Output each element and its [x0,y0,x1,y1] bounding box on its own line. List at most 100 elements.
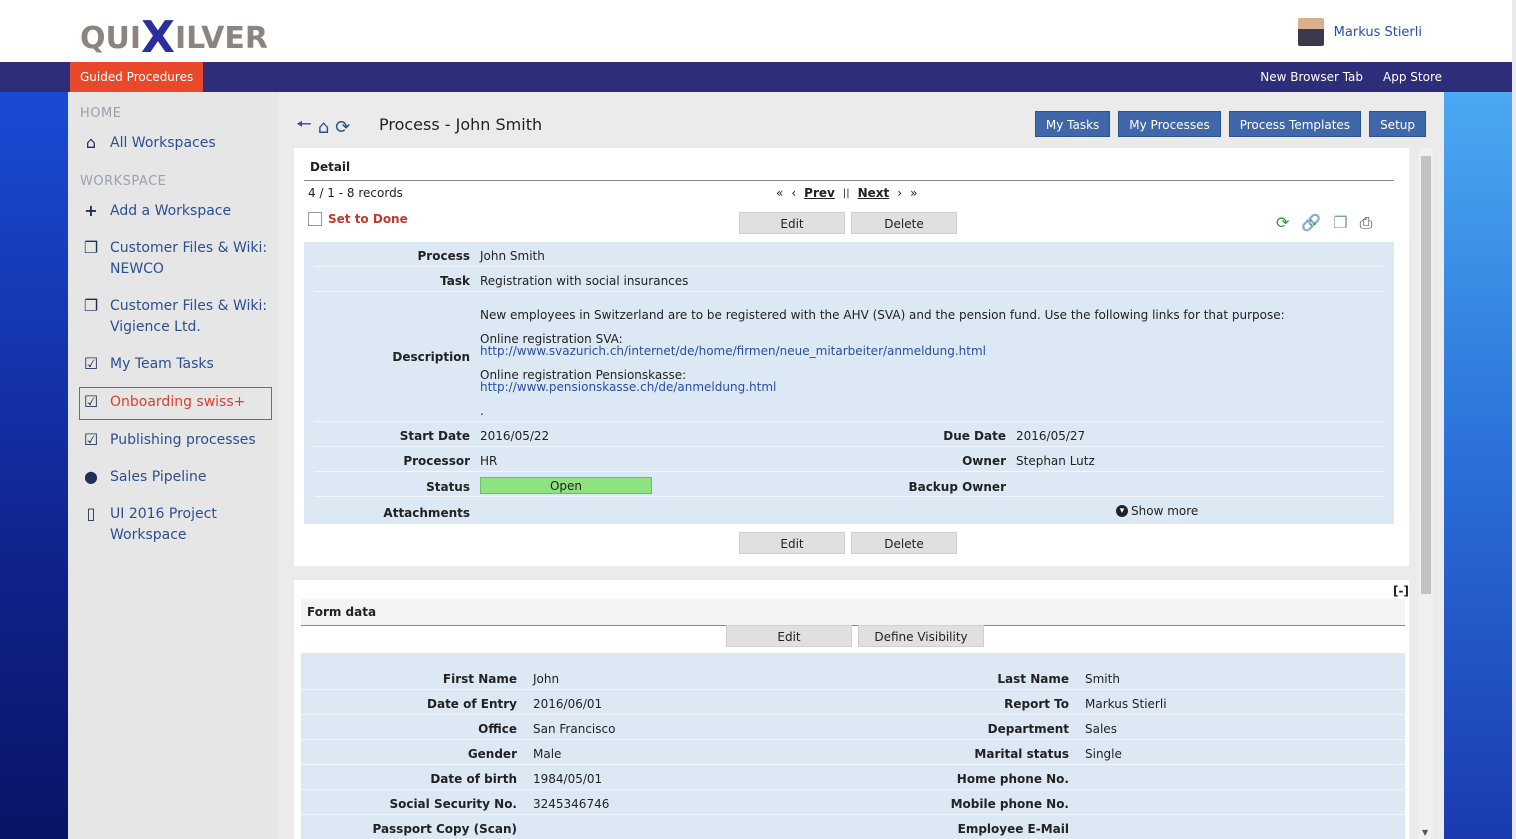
form-field-label: Home phone No. [956,772,1069,786]
sidebar-item-sales-pipeline[interactable]: ● Sales Pipeline [68,463,278,494]
delete-button[interactable]: Delete [851,212,957,234]
row-processor: Processor HR Owner Stephan Lutz [314,447,1384,472]
back-arrow-icon[interactable]: 🠔 [296,112,312,142]
app-header: QUIXILVER Markus Stierli [0,0,1512,63]
sidebar-item-all-workspaces[interactable]: ⌂ All Workspaces [68,129,278,160]
pager-separator: || [842,187,850,199]
form-field-label: Office [478,722,517,736]
nav-app-store[interactable]: App Store [1383,62,1442,92]
user-name[interactable]: Markus Stierli [1334,25,1422,40]
setup-button[interactable]: Setup [1369,111,1426,137]
owner-label: Owner [962,454,1006,468]
show-more[interactable]: ▾ Show more [1116,504,1198,518]
define-visibility-button[interactable]: Define Visibility [858,625,984,647]
set-to-done-label: Set to Done [328,212,408,226]
due-date-value: 2016/05/27 [1016,429,1086,443]
files-icon: ❐ [83,296,99,315]
form-field-label: Date of birth [430,772,517,786]
form-field-label: Report To [1004,697,1069,711]
form-field-value: 2016/06/01 [533,697,603,711]
sidebar: HOME ⌂ All Workspaces WORKSPACE + Add a … [68,92,278,839]
task-value: Registration with social insurances [480,274,689,288]
row-dates: Start Date 2016/05/22 Due Date 2016/05/2… [314,422,1384,447]
scroll-down-arrow-icon[interactable]: ▼ [1422,828,1428,837]
collapse-toggle[interactable]: [-] [1393,584,1409,598]
sidebar-item-customer-files-newco[interactable]: ❐ Customer Files & Wiki: NEWCO [68,234,278,286]
sidebar-item-add-workspace[interactable]: + Add a Workspace [68,197,278,228]
start-date-label: Start Date [399,429,470,443]
chevron-right-icon: › [897,186,903,200]
status-badge: Open [480,477,652,494]
form-row: Passport Copy (Scan) Employee E-Mail [301,815,1405,839]
copy-icon[interactable]: ❐ [1333,213,1347,233]
sva-link[interactable]: http://www.svazurich.ch/internet/de/home… [480,344,986,358]
form-row: First Name John Last Name Smith [301,665,1405,690]
detail-table: Process John Smith Task Registration wit… [304,242,1394,524]
files-icon: ❐ [83,238,99,257]
form-edit-button[interactable]: Edit [726,625,852,647]
my-tasks-button[interactable]: My Tasks [1034,111,1111,137]
link-icon[interactable]: 🔗 [1301,213,1321,233]
sidebar-item-label: Onboarding swiss+ [110,394,246,410]
scrollbar[interactable]: ▼ [1419,148,1433,839]
form-field-label: Department [987,722,1069,736]
home-icon[interactable]: ⌂ [318,117,329,138]
form-row: Social Security No. 3245346746 Mobile phon… [301,790,1405,815]
process-templates-button[interactable]: Process Templates [1228,111,1362,137]
pk-link[interactable]: http://www.pensionskasse.ch/de/anmeldung… [480,380,776,394]
action-icons: ⟳ 🔗 ❐ ⎙ [1276,213,1372,233]
refresh-icon[interactable]: ⟳ [335,117,350,138]
refresh-green-icon[interactable]: ⟳ [1276,213,1289,233]
form-field-value: 3245346746 [533,797,610,811]
pager-prev[interactable]: Prev [804,186,835,200]
description-label: Description [392,350,470,364]
pager-last[interactable]: » [910,186,917,200]
mobile-icon: ▯ [86,504,96,523]
chevron-down-circle-icon: ▾ [1116,505,1128,517]
form-table: First Name John Last Name Smith Date of Entr… [301,653,1405,839]
sidebar-item-publishing-processes[interactable]: ☑ Publishing processes [68,426,278,457]
row-description: Description New employees in Switzerland… [314,292,1384,422]
form-field-label: Employee E-Mail [957,822,1069,836]
form-row: Gender Male Marital status Single [301,740,1405,765]
form-field-label: Mobile phone No. [950,797,1069,811]
pager-first[interactable]: « [776,186,783,200]
form-row: Date of Entry 2016/06/01 Report To Markus S… [301,690,1405,715]
edit-button[interactable]: Edit [739,212,845,234]
quixilver-logo[interactable]: QUIXILVER [80,8,268,63]
row-attachments: Attachments ▾ Show more [314,497,1384,522]
pager-next[interactable]: Next [858,186,890,200]
row-task: Task Registration with social insurances [314,267,1384,292]
due-date-label: Due Date [943,429,1006,443]
owner-value: Stephan Lutz [1016,454,1095,468]
user-menu[interactable]: Markus Stierli [1297,18,1422,46]
my-processes-button[interactable]: My Processes [1118,111,1221,137]
sidebar-section-home: HOME [80,106,122,121]
form-field-label: Social Security No. [389,797,517,811]
form-field-label: Last Name [997,672,1069,686]
form-field-label: Date of Entry [427,697,517,711]
sidebar-item-onboarding-swiss[interactable]: ☑ Onboarding swiss+ [79,387,272,420]
delete-button-bottom[interactable]: Delete [851,532,957,554]
status-label: Status [426,480,470,494]
sidebar-item-ui-2016-project[interactable]: ▯ UI 2016 Project Workspace [68,500,278,552]
description-intro: New employees in Switzerland are to be r… [480,308,1285,322]
page-title: Process - John Smith [379,115,543,134]
nav-guided-procedures[interactable]: Guided Procedures [70,62,204,92]
checkbox[interactable] [308,212,322,226]
sidebar-item-customer-files-vigience[interactable]: ❐ Customer Files & Wiki: Vigience Ltd. [68,292,278,344]
sidebar-item-label: Publishing processes [110,432,256,448]
form-data-header: Form data [301,599,1405,626]
window-edge [1512,0,1516,839]
show-more-label: Show more [1131,504,1199,518]
set-to-done[interactable]: Set to Done [308,212,408,226]
sidebar-item-my-team-tasks[interactable]: ☑ My Team Tasks [68,350,278,381]
sidebar-item-label: My Team Tasks [110,356,214,372]
records-count: 4 / 1 - 8 records [308,186,403,200]
checkbox-icon: ☑ [83,392,99,411]
print-icon[interactable]: ⎙ [1360,213,1373,233]
form-field-label: Passport Copy (Scan) [372,822,517,836]
edit-button-bottom[interactable]: Edit [739,532,845,554]
nav-new-browser-tab[interactable]: New Browser Tab [1260,62,1363,92]
scrollbar-thumb[interactable] [1421,156,1431,594]
